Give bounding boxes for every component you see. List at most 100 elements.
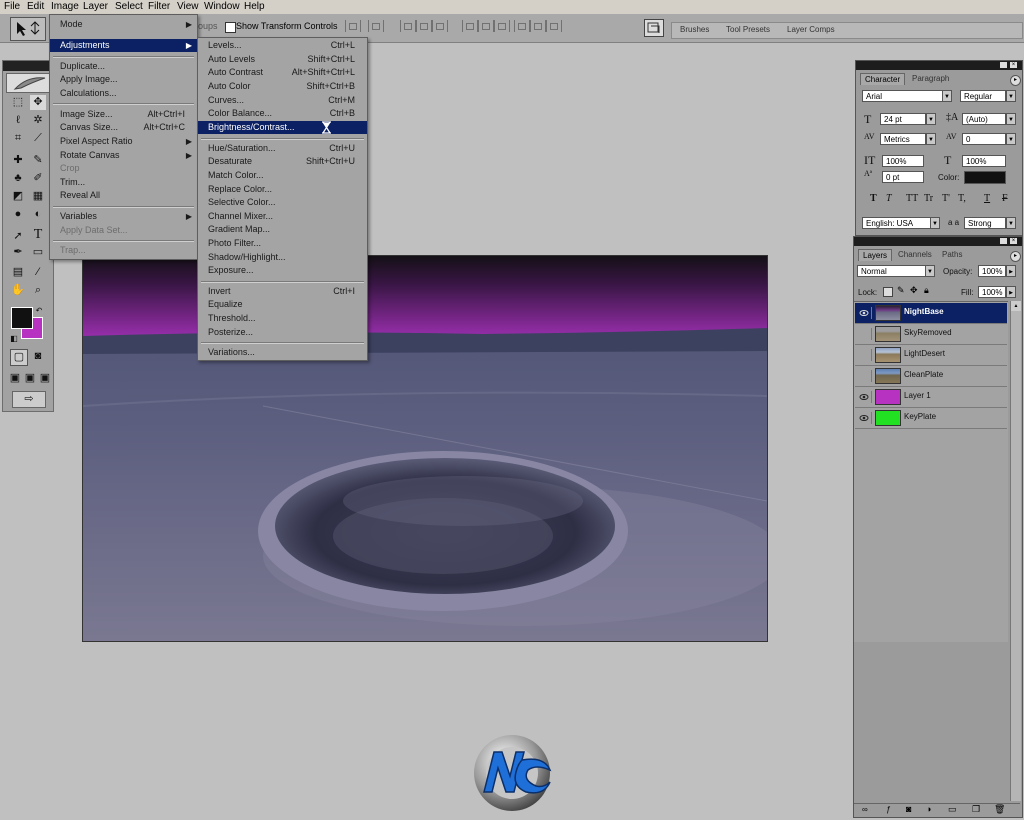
screen-mode-full-icon[interactable]: ▣ xyxy=(37,371,53,386)
adj-photo-filter[interactable]: Photo Filter... xyxy=(198,237,367,250)
lock-transparency-icon[interactable] xyxy=(883,287,893,297)
adj-gradient-map[interactable]: Gradient Map... xyxy=(198,223,367,236)
minimize-icon[interactable] xyxy=(1000,238,1007,244)
image-menu-duplicate[interactable]: Duplicate... xyxy=(50,60,197,73)
adj-replace-color[interactable]: Replace Color... xyxy=(198,183,367,196)
opacity-field[interactable]: 100% xyxy=(978,265,1006,277)
image-menu-image-size[interactable]: Image Size... Alt+Ctrl+I xyxy=(50,108,197,121)
align-top-icon[interactable] xyxy=(345,20,361,32)
path-selection-icon[interactable]: ➚ xyxy=(10,229,26,244)
layer-row-cleanplate[interactable]: CleanPlate xyxy=(855,366,1007,387)
adj-variations[interactable]: Variations... xyxy=(198,346,367,359)
horizontal-scale-field[interactable]: 100% xyxy=(962,155,1006,167)
standard-mode-icon[interactable]: ▢ xyxy=(10,349,28,366)
image-menu-trim[interactable]: Trim... xyxy=(50,176,197,189)
layer-mask-icon[interactable]: ◙ xyxy=(906,804,911,814)
crop-tool-icon[interactable]: ⌗ xyxy=(10,131,26,146)
tab-channels[interactable]: Channels xyxy=(894,249,936,260)
tab-character[interactable]: Character xyxy=(860,73,906,85)
antialias-select[interactable]: Strong xyxy=(964,217,1006,229)
new-layer-icon[interactable]: ❐ xyxy=(972,804,980,815)
distribute-vcenter-icon[interactable] xyxy=(478,20,494,32)
kerning-field[interactable]: Metrics xyxy=(880,133,926,145)
distribute-right-icon[interactable] xyxy=(546,20,562,32)
zoom-tool-icon[interactable]: ⌕ xyxy=(30,283,46,298)
adj-shadow-highlight[interactable]: Shadow/Highlight... xyxy=(198,251,367,264)
lock-position-icon[interactable]: ✥ xyxy=(910,285,918,296)
text-color-swatch[interactable] xyxy=(964,171,1006,184)
image-menu-calculations[interactable]: Calculations... xyxy=(50,87,197,100)
image-menu-canvas-size[interactable]: Canvas Size... Alt+Ctrl+C xyxy=(50,121,197,134)
marquee-tool-icon[interactable]: ⬚ xyxy=(10,95,26,110)
jump-to-imageready-icon[interactable]: ⇨ xyxy=(12,391,46,408)
eyedropper-icon[interactable]: ⁄ xyxy=(30,265,46,280)
chevron-right-icon[interactable]: ▶ xyxy=(1006,286,1016,298)
image-menu-apply-image[interactable]: Apply Image... xyxy=(50,73,197,86)
lock-image-icon[interactable]: ✎ xyxy=(897,285,905,296)
small-caps-icon[interactable]: Tr xyxy=(924,193,933,204)
lock-all-icon[interactable]: 🔒︎ xyxy=(924,285,929,296)
adj-desaturate[interactable]: Desaturate Shift+Ctrl+U xyxy=(198,155,367,168)
blur-tool-icon[interactable]: ● xyxy=(10,207,26,222)
tab-paragraph[interactable]: Paragraph xyxy=(908,73,953,84)
eraser-tool-icon[interactable]: ◩ xyxy=(10,189,26,204)
adj-invert[interactable]: Invert Ctrl+I xyxy=(198,285,367,298)
chevron-down-icon[interactable]: ▼ xyxy=(925,265,935,277)
adj-auto-contrast[interactable]: Auto Contrast Alt+Shift+Ctrl+L xyxy=(198,66,367,79)
foreground-color-swatch[interactable] xyxy=(11,307,33,329)
new-group-icon[interactable]: ▭ xyxy=(948,804,957,815)
character-panel-title-bar[interactable] xyxy=(856,61,1022,70)
menu-edit[interactable]: Edit xyxy=(27,1,44,12)
visibility-toggle[interactable] xyxy=(858,328,872,340)
menu-help[interactable]: Help xyxy=(244,1,265,12)
type-tool-icon[interactable]: T xyxy=(30,227,46,242)
distribute-left-icon[interactable] xyxy=(514,20,530,32)
default-colors-icon[interactable]: ◧ xyxy=(6,331,22,346)
font-family-select[interactable]: Arial xyxy=(862,90,944,102)
shape-tool-icon[interactable]: ▭ xyxy=(30,245,46,260)
adj-threshold[interactable]: Threshold... xyxy=(198,312,367,325)
pen-tool-icon[interactable]: ✒ xyxy=(10,245,26,260)
adj-match-color[interactable]: Match Color... xyxy=(198,169,367,182)
distribute-bottom-icon[interactable] xyxy=(494,20,510,32)
move-tool-icon[interactable]: ✥ xyxy=(30,95,46,110)
notes-tool-icon[interactable]: ▤ xyxy=(10,265,26,280)
adj-exposure[interactable]: Exposure... xyxy=(198,264,367,277)
faux-bold-icon[interactable]: T xyxy=(870,193,877,204)
palette-well-icon[interactable] xyxy=(644,19,664,37)
history-brush-icon[interactable]: ✐ xyxy=(30,171,46,186)
visibility-eye-icon[interactable] xyxy=(858,307,872,319)
adj-auto-color[interactable]: Auto Color Shift+Ctrl+B xyxy=(198,80,367,93)
chevron-down-icon[interactable]: ▼ xyxy=(942,90,952,102)
subscript-icon[interactable]: T, xyxy=(958,193,966,204)
chevron-down-icon[interactable]: ▼ xyxy=(926,133,936,145)
layer-row-nightbase[interactable]: NightBase xyxy=(855,303,1007,324)
tracking-field[interactable]: 0 xyxy=(962,133,1006,145)
image-menu-mode[interactable]: Mode ▶ xyxy=(50,18,197,31)
leading-field[interactable]: (Auto) xyxy=(962,113,1006,125)
visibility-eye-icon[interactable] xyxy=(858,391,872,403)
toolbox-title-bar[interactable] xyxy=(3,61,53,71)
all-caps-icon[interactable]: TT xyxy=(906,193,918,204)
chevron-down-icon[interactable]: ▼ xyxy=(926,113,936,125)
chevron-right-icon[interactable]: ▶ xyxy=(1006,265,1016,277)
menu-filter[interactable]: Filter xyxy=(148,1,170,12)
visibility-eye-icon[interactable] xyxy=(858,412,872,424)
align-vcenter-icon[interactable] xyxy=(368,20,384,32)
image-menu-rotate-canvas[interactable]: Rotate Canvas ▶ xyxy=(50,149,197,162)
hand-tool-icon[interactable]: ✋ xyxy=(10,283,26,298)
quick-mask-icon[interactable]: ◙ xyxy=(30,349,46,364)
image-menu-pixel-aspect[interactable]: Pixel Aspect Ratio ▶ xyxy=(50,135,197,148)
adj-brightness-contrast[interactable]: Brightness/Contrast... xyxy=(198,121,367,134)
panel-menu-icon[interactable]: ▸ xyxy=(1010,75,1021,86)
chevron-down-icon[interactable]: ▼ xyxy=(930,217,940,229)
chevron-down-icon[interactable]: ▼ xyxy=(1006,113,1016,125)
adj-auto-levels[interactable]: Auto Levels Shift+Ctrl+L xyxy=(198,53,367,66)
align-hcenter-icon[interactable] xyxy=(416,20,432,32)
screen-mode-standard-icon[interactable]: ▣ xyxy=(7,371,23,386)
close-icon[interactable]: × xyxy=(1010,62,1017,68)
brush-tool-icon[interactable]: ✎ xyxy=(30,153,46,168)
adj-equalize[interactable]: Equalize xyxy=(198,298,367,311)
blend-mode-select[interactable]: Normal xyxy=(857,265,927,277)
dodge-tool-icon[interactable]: ◐ xyxy=(30,207,46,222)
